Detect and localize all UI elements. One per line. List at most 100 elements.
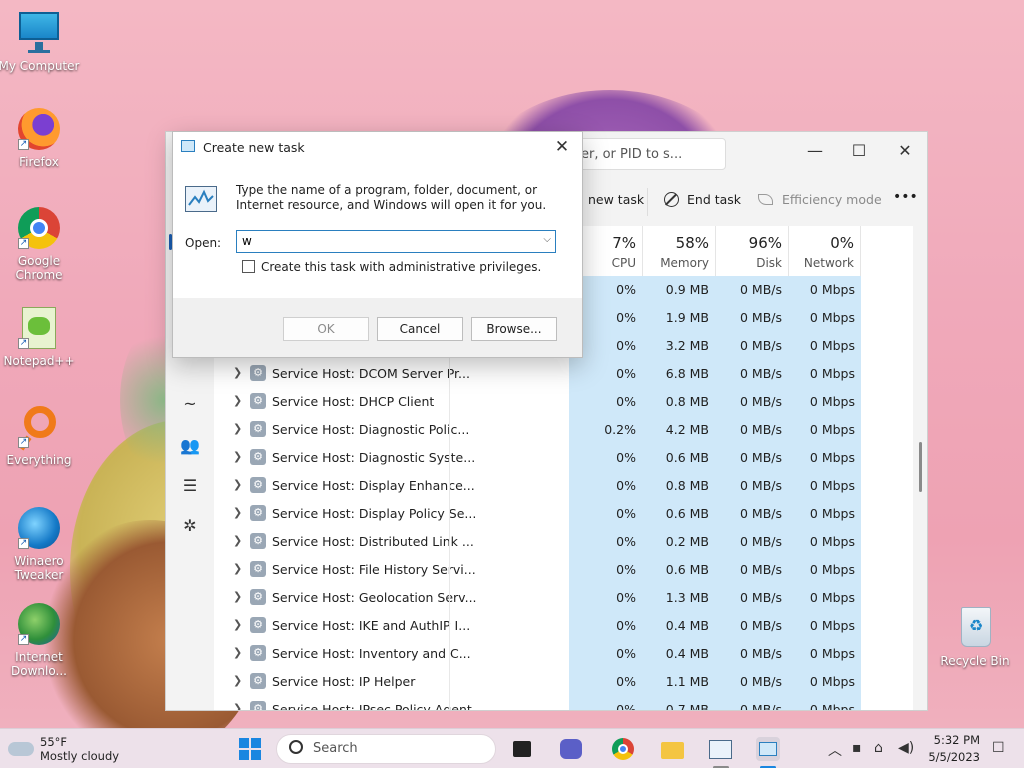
table-row[interactable]: ❯ ⚙ Service Host: Display Policy Se... 0% 0.… [214, 500, 913, 528]
scrollbar[interactable] [919, 442, 922, 492]
users-icon[interactable]: 👥 [179, 436, 201, 458]
disk-cell: 0 MB/s [739, 534, 782, 549]
disk-cell: 0 MB/s [739, 394, 782, 409]
chevron-right-icon[interactable]: ❯ [233, 478, 242, 491]
table-row[interactable]: ❯ ⚙ Service Host: DCOM Server Pr... 0% 6.8 M… [214, 360, 913, 388]
chevron-down-icon[interactable]: ⌵ [543, 234, 551, 245]
table-row[interactable]: ❯ ⚙ Service Host: IKE and AuthIP I... 0% 0.4… [214, 612, 913, 640]
task-manager-search[interactable]: er, or PID to s... [566, 138, 726, 170]
ok-button[interactable]: OK [283, 317, 369, 341]
network-cell: 0 Mbps [809, 478, 855, 493]
services-icon[interactable]: ✲ [179, 516, 201, 538]
network-cell: 0 Mbps [809, 562, 855, 577]
graph-icon [188, 189, 214, 206]
start-button[interactable] [238, 737, 262, 761]
maximize-button[interactable]: ☐ [836, 136, 882, 166]
minimize-button[interactable]: — [792, 136, 838, 166]
leaf-icon [758, 194, 773, 205]
chevron-right-icon[interactable]: ❯ [233, 450, 242, 463]
table-row[interactable]: ❯ ⚙ Service Host: DHCP Client 0% 0.8 MB 0 MB/… [214, 388, 913, 416]
service-icon: ⚙ [250, 477, 266, 493]
teams-chat-icon[interactable] [559, 737, 583, 761]
notification-icon[interactable]: ☐ [992, 740, 1005, 756]
admin-privileges-checkbox[interactable]: Create this task with administrative pri… [242, 260, 541, 274]
chevron-right-icon[interactable]: ❯ [233, 562, 242, 575]
table-row[interactable]: ❯ ⚙ Service Host: IPsec Policy Agent 0% 0.7 … [214, 696, 913, 711]
cpu-cell: 0% [616, 702, 636, 711]
task-manager-taskbar-icon[interactable] [708, 737, 732, 761]
cpu-cell: 0.2% [604, 422, 636, 437]
desktop-icon-everything[interactable]: ↗ Everything [0, 404, 81, 467]
clock[interactable]: 5:32 PM 5/5/2023 [922, 732, 980, 766]
efficiency-mode-button[interactable]: Efficiency mode [758, 192, 882, 207]
file-explorer-icon[interactable] [660, 737, 684, 761]
process-name: Service Host: Diagnostic Polic... [272, 422, 470, 437]
details-icon[interactable]: ☰ [179, 476, 201, 498]
chevron-right-icon[interactable]: ❯ [233, 702, 242, 710]
end-task-button[interactable]: End task [664, 192, 741, 207]
table-row[interactable]: ❯ ⚙ Service Host: File History Servi... 0% 0… [214, 556, 913, 584]
desktop-icon-notepadpp[interactable]: ↗ Notepad++ [0, 305, 81, 368]
open-input[interactable]: w ⌵ [236, 230, 556, 253]
cancel-button[interactable]: Cancel [377, 317, 463, 341]
table-row[interactable]: ❯ ⚙ Service Host: Diagnostic Polic... 0.2% 4… [214, 416, 913, 444]
service-icon: ⚙ [250, 701, 266, 710]
process-name: Service Host: Inventory and C... [272, 646, 471, 661]
desktop-icon-idm[interactable]: ↗ Internet Downlo... [0, 601, 81, 678]
desktop-icon-my-computer[interactable]: My Computer [0, 10, 81, 73]
performance-icon[interactable]: ~ [179, 394, 201, 416]
process-name: Service Host: Geolocation Serv... [272, 590, 477, 605]
desktop-icon-chrome[interactable]: ↗ Google Chrome [0, 205, 81, 282]
network-cell: 0 Mbps [809, 506, 855, 521]
desktop-icon-recycle-bin[interactable]: ♻ Recycle Bin [933, 605, 1017, 668]
chevron-right-icon[interactable]: ❯ [233, 394, 242, 407]
more-options-button[interactable]: ••• [893, 189, 918, 205]
browse-button[interactable]: Browse... [471, 317, 557, 341]
chevron-right-icon[interactable]: ❯ [233, 506, 242, 519]
winaero-icon: ↗ [16, 505, 62, 551]
network-icon[interactable]: ⌂ [874, 740, 883, 756]
weather-widget[interactable]: 55°F Mostly cloudy [6, 734, 119, 764]
memory-cell: 0.6 MB [665, 506, 709, 521]
chevron-right-icon[interactable]: ❯ [233, 534, 242, 547]
close-window-button[interactable]: ✕ [882, 136, 927, 166]
chevron-up-icon[interactable]: ︿ [828, 740, 842, 760]
chevron-right-icon[interactable]: ❯ [233, 422, 242, 435]
process-name: Service Host: DHCP Client [272, 394, 435, 409]
chevron-right-icon[interactable]: ❯ [233, 646, 242, 659]
taskbar-search[interactable]: Search [276, 734, 496, 764]
run-dialog-taskbar-icon[interactable] [756, 737, 780, 761]
task-view-icon[interactable] [511, 737, 535, 761]
table-row[interactable]: ❯ ⚙ Service Host: Display Enhance... 0% 0.8 … [214, 472, 913, 500]
table-row[interactable]: ❯ ⚙ Service Host: Distributed Link ... 0% 0.… [214, 528, 913, 556]
run-new-task-button[interactable]: new task [588, 192, 644, 207]
network-cell: 0 Mbps [809, 394, 855, 409]
checkbox-box[interactable] [242, 260, 255, 273]
column-memory[interactable]: 58% Memory [642, 226, 715, 276]
memory-cell: 6.8 MB [665, 366, 709, 381]
chevron-right-icon[interactable]: ❯ [233, 366, 242, 379]
chevron-right-icon[interactable]: ❯ [233, 674, 242, 687]
table-row[interactable]: ❯ ⚙ Service Host: Diagnostic Syste... 0% 0.6… [214, 444, 913, 472]
column-network[interactable]: 0% Network [788, 226, 861, 276]
column-disk[interactable]: 96% Disk [715, 226, 788, 276]
process-name: Service Host: DCOM Server Pr... [272, 366, 470, 381]
network-cell: 0 Mbps [809, 338, 855, 353]
memory-cell: 0.6 MB [665, 450, 709, 465]
disk-cell: 0 MB/s [739, 338, 782, 353]
volume-icon[interactable]: ◀) [898, 740, 914, 756]
cpu-cell: 0% [616, 562, 636, 577]
desktop-icon-winaero[interactable]: ↗ Winaero Tweaker [0, 505, 81, 582]
dialog-close-button[interactable]: ✕ [548, 134, 576, 160]
table-row[interactable]: ❯ ⚙ Service Host: Inventory and C... 0% 0.4 … [214, 640, 913, 668]
process-name: Service Host: Diagnostic Syste... [272, 450, 476, 465]
service-icon: ⚙ [250, 589, 266, 605]
desktop-icon-firefox[interactable]: ↗ Firefox [0, 106, 81, 169]
chevron-right-icon[interactable]: ❯ [233, 618, 242, 631]
app-tray-icon[interactable]: ▪ [852, 740, 862, 756]
chrome-taskbar-icon[interactable] [611, 737, 635, 761]
table-row[interactable]: ❯ ⚙ Service Host: Geolocation Serv... 0% 1.3… [214, 584, 913, 612]
chevron-right-icon[interactable]: ❯ [233, 590, 242, 603]
table-row[interactable]: ❯ ⚙ Service Host: IP Helper 0% 1.1 MB 0 MB/s 0… [214, 668, 913, 696]
monitor-icon [16, 10, 62, 56]
